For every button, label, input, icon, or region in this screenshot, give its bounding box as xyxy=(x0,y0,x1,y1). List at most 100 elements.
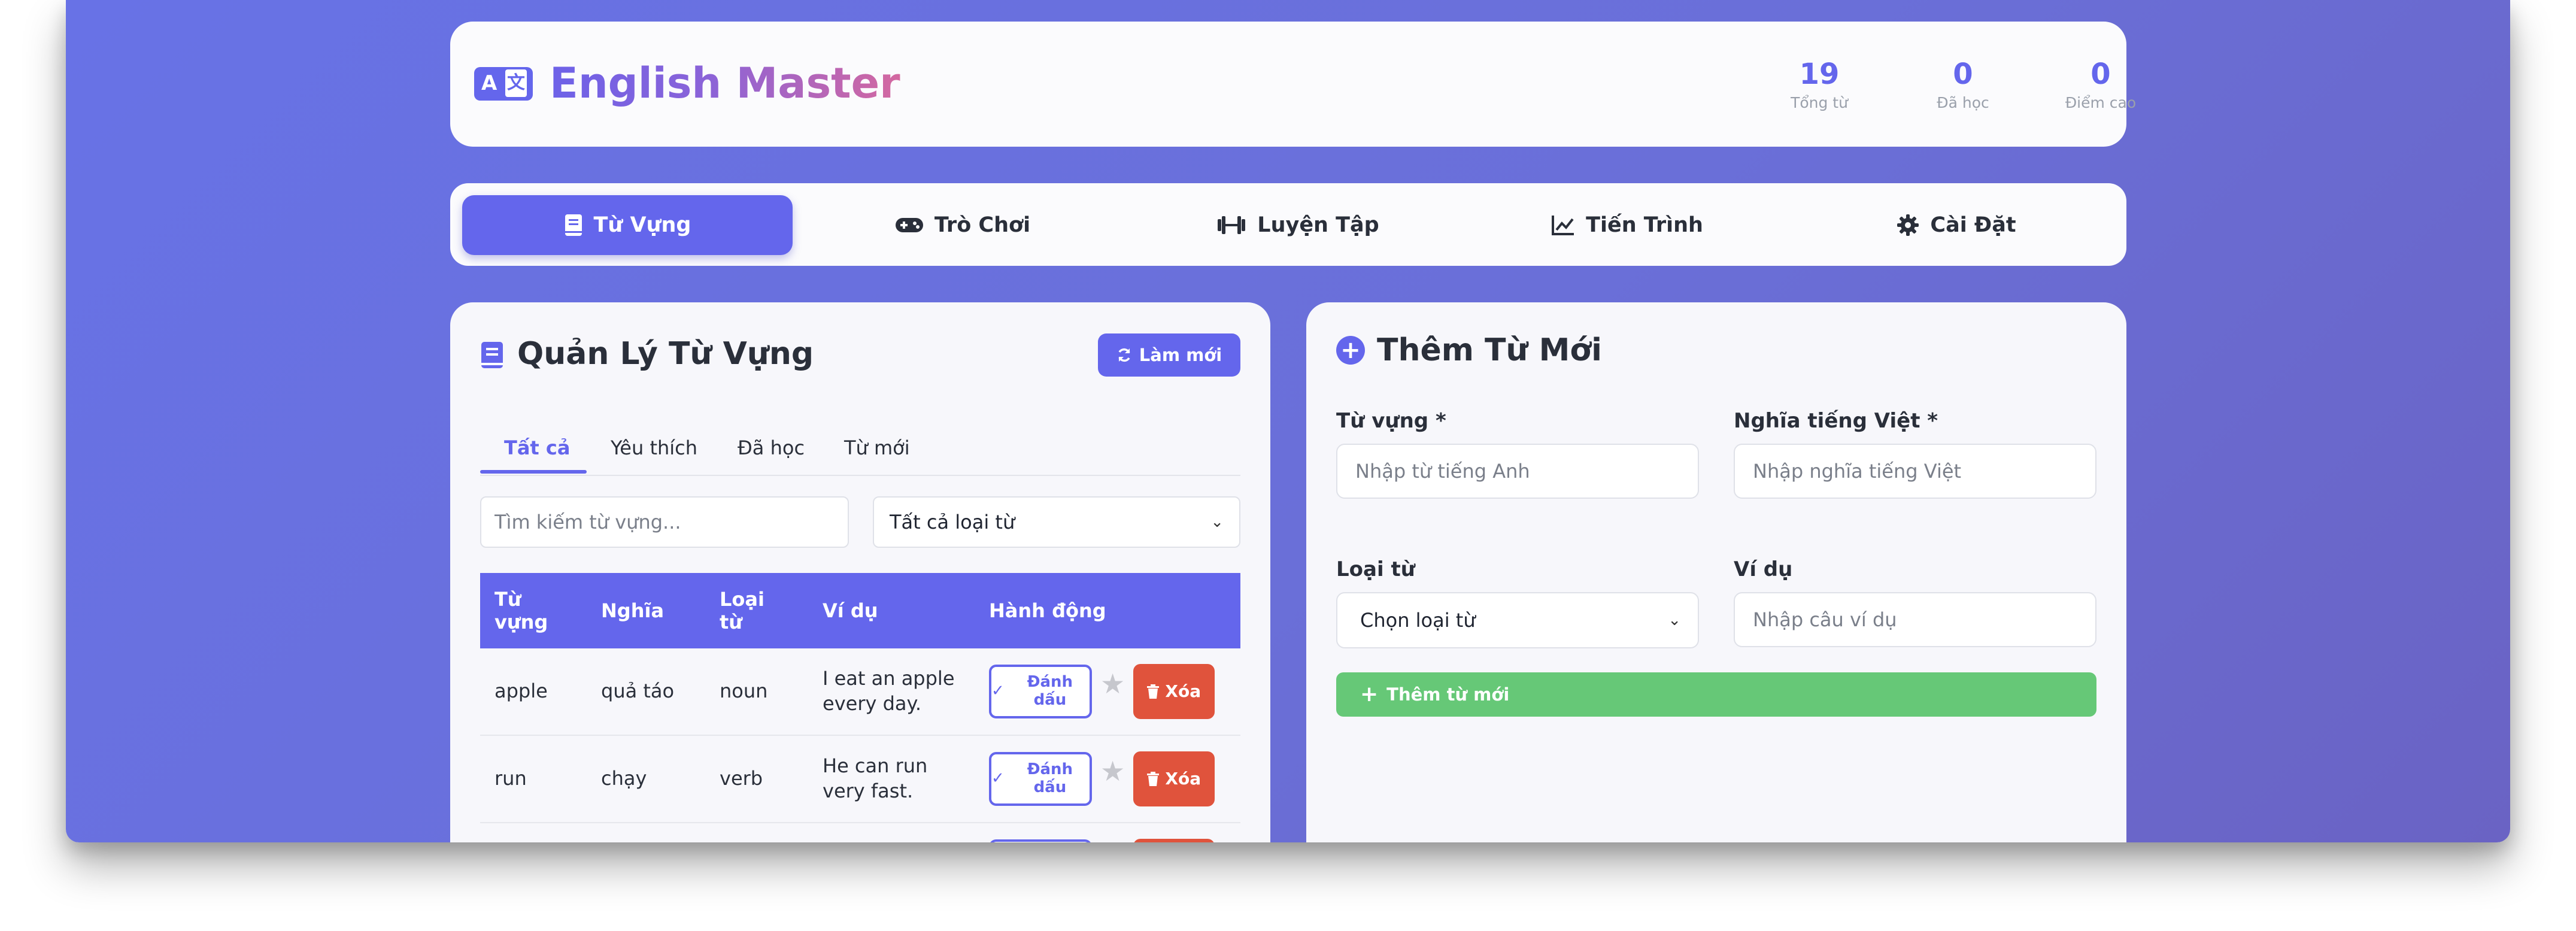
mark-button[interactable]: ✓ Đánh dấu xyxy=(989,752,1092,806)
select-value: Tất cả loại từ xyxy=(890,511,1015,533)
meaning-input[interactable] xyxy=(1734,444,2096,499)
filter-tab-all[interactable]: Tất cả xyxy=(504,436,570,459)
table-header-row: Từ vựng Nghĩa Loại từ Ví dụ Hành động xyxy=(480,573,1240,648)
word-type-filter-select[interactable]: Tất cả loại từ ⌄ xyxy=(873,496,1240,548)
book-icon xyxy=(565,214,582,236)
row-actions: ✓ Đánh dấu ★ Xóa xyxy=(989,664,1226,719)
vocabulary-table: Từ vựng Nghĩa Loại từ Ví dụ Hành động ap… xyxy=(480,573,1240,842)
cell-meaning: quả táo xyxy=(587,648,705,736)
gamepad-icon xyxy=(895,218,923,232)
tab-label: Cài Đặt xyxy=(1930,213,2016,237)
stat-high-score: 0 Điểm cao xyxy=(2041,59,2161,111)
translate-icon: A 文 xyxy=(474,67,533,101)
delete-label: Xóa xyxy=(1165,768,1201,789)
delete-label: Xóa xyxy=(1165,681,1201,701)
meaning-label: Nghĩa tiếng Việt * xyxy=(1734,409,1938,433)
panel-title: Thêm Từ Mới xyxy=(1377,332,1602,368)
cell-meaning: chạy xyxy=(587,735,705,823)
cell-actions: ✓ Đánh dấu ★ Xóa xyxy=(975,735,1240,823)
check-icon: ✓ xyxy=(991,769,1005,788)
cell-example: I eat an apple every day. xyxy=(808,648,975,736)
tab-practice[interactable]: Luyện Tập xyxy=(1133,195,1463,255)
word-input[interactable] xyxy=(1336,444,1699,499)
tab-label: Từ Vựng xyxy=(593,213,691,237)
app-header: A 文 English Master 19 Tổng từ 0 Đã học 0… xyxy=(450,22,2136,147)
trash-icon xyxy=(1147,772,1160,786)
check-icon: ✓ xyxy=(991,682,1005,700)
app-title-part1: English xyxy=(550,59,722,108)
app-title: English Master xyxy=(550,59,900,108)
stat-total-words: 19 Tổng từ xyxy=(1759,59,1879,111)
vocabulary-panel: Quản Lý Từ Vựng Làm mới Tất cả Yêu thích… xyxy=(450,302,1270,842)
app-title-part2: Master xyxy=(736,59,900,108)
cell-actions: ★ xyxy=(975,823,1240,842)
chevron-down-icon: ⌄ xyxy=(1668,611,1681,629)
mark-label: Đánh dấu xyxy=(1027,673,1073,709)
row-actions: ★ xyxy=(989,839,1226,842)
tab-label: Trò Chơi xyxy=(934,213,1031,237)
column-header: Loại từ xyxy=(705,573,808,648)
table-row: ★ xyxy=(480,823,1240,842)
row-actions: ✓ Đánh dấu ★ Xóa xyxy=(989,751,1226,806)
panel-title: Quản Lý Từ Vựng xyxy=(517,336,814,372)
tab-label: Tiến Trình xyxy=(1586,213,1703,237)
table-row: apple quả táo noun I eat an apple every … xyxy=(480,648,1240,736)
plus-icon: + xyxy=(1360,682,1379,706)
stat-label: Tổng từ xyxy=(1791,93,1848,111)
stat-value: 19 xyxy=(1799,57,1840,91)
active-tab-indicator xyxy=(480,470,587,474)
plus-circle-icon: + xyxy=(1336,336,1365,365)
table-row: run chạy verb He can run very fast. ✓ Đá… xyxy=(480,735,1240,823)
filter-tabs: Tất cả Yêu thích Đã học Từ mới xyxy=(480,426,1240,476)
refresh-icon xyxy=(1118,348,1130,362)
mark-label: Đánh dấu xyxy=(1027,760,1073,796)
star-icon[interactable]: ★ xyxy=(1100,841,1125,842)
stat-value: 0 xyxy=(2090,57,2111,91)
delete-button[interactable]: Xóa xyxy=(1133,664,1215,719)
dumbbell-icon xyxy=(1218,216,1246,234)
star-icon[interactable]: ★ xyxy=(1100,666,1125,702)
gear-icon xyxy=(1897,214,1919,236)
example-label: Ví dụ xyxy=(1734,557,1793,581)
add-word-button[interactable]: + Thêm từ mới xyxy=(1336,672,2096,717)
chart-line-icon xyxy=(1552,216,1574,235)
tab-progress[interactable]: Tiến Trình xyxy=(1462,195,1792,255)
word-label: Từ vựng * xyxy=(1336,409,1446,433)
column-header: Hành động xyxy=(975,573,1240,648)
search-input[interactable] xyxy=(480,496,849,548)
star-icon[interactable]: ★ xyxy=(1100,754,1125,790)
stat-learned: 0 Đã học xyxy=(1903,59,2023,111)
column-header: Ví dụ xyxy=(808,573,975,648)
add-word-panel: + Thêm Từ Mới Từ vựng * Nghĩa tiếng Việt… xyxy=(1306,302,2126,842)
trash-icon xyxy=(1147,684,1160,699)
filter-tab-learned[interactable]: Đã học xyxy=(738,436,805,459)
refresh-label: Làm mới xyxy=(1139,345,1222,365)
delete-button[interactable]: Xóa xyxy=(1133,751,1215,806)
example-input[interactable] xyxy=(1734,592,2096,647)
word-type-select[interactable]: Chọn loại từ ⌄ xyxy=(1336,592,1699,648)
filter-tab-favorites[interactable]: Yêu thích xyxy=(611,436,697,459)
mark-button[interactable]: ✓ Đánh dấu xyxy=(989,665,1092,718)
refresh-button[interactable]: Làm mới xyxy=(1098,333,1240,377)
book-icon xyxy=(481,342,503,368)
cell-example: He can run very fast. xyxy=(808,735,975,823)
filter-tab-new[interactable]: Từ mới xyxy=(844,436,910,459)
tab-games[interactable]: Trò Chơi xyxy=(797,195,1128,255)
column-header: Từ vựng xyxy=(480,573,587,648)
stat-value: 0 xyxy=(1953,57,1973,91)
main-nav: Từ Vựng Trò Chơi Luyện Tập Tiến Trình Cà… xyxy=(450,183,2126,266)
chevron-down-icon: ⌄ xyxy=(1210,513,1224,531)
stat-label: Điểm cao xyxy=(2065,93,2137,111)
add-word-label: Thêm từ mới xyxy=(1386,684,1510,705)
delete-button[interactable] xyxy=(1133,839,1215,842)
tab-label: Luyện Tập xyxy=(1257,213,1379,237)
tab-settings[interactable]: Cài Đặt xyxy=(1791,195,2122,255)
cell-actions: ✓ Đánh dấu ★ Xóa xyxy=(975,648,1240,736)
mark-button[interactable] xyxy=(989,839,1092,842)
cell-word: apple xyxy=(480,648,587,736)
select-value: Chọn loại từ xyxy=(1360,609,1476,632)
cell-type: verb xyxy=(705,735,808,823)
app-window: A 文 English Master 19 Tổng từ 0 Đã học 0… xyxy=(66,0,2510,842)
cell-word: run xyxy=(480,735,587,823)
tab-vocabulary[interactable]: Từ Vựng xyxy=(462,195,793,255)
